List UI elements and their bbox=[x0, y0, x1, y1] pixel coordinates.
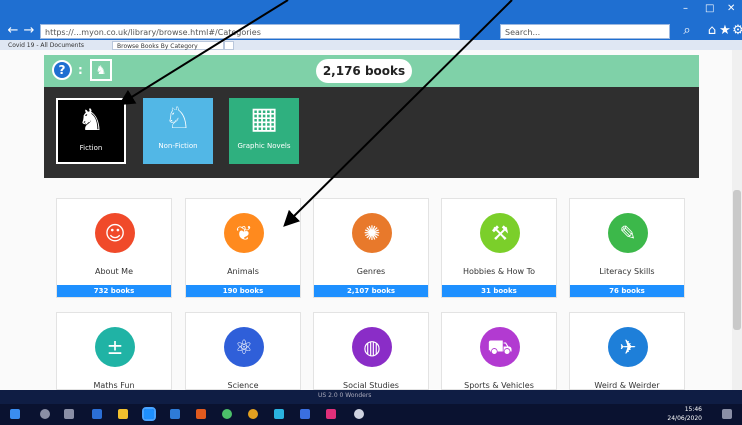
math-icon: ± bbox=[95, 327, 135, 367]
person-icon: ☺ bbox=[95, 213, 135, 253]
search-icon[interactable]: ⌕ bbox=[680, 24, 694, 38]
subject-title: Animals bbox=[227, 267, 259, 276]
subject-count[interactable]: 190 books bbox=[186, 285, 300, 297]
category-fiction[interactable]: ♞ Fiction bbox=[56, 98, 126, 164]
search-input[interactable]: Search... bbox=[500, 24, 670, 39]
task-view-icon[interactable] bbox=[64, 409, 74, 419]
back-arrow-icon[interactable]: ← bbox=[6, 24, 20, 38]
windows-start-icon[interactable] bbox=[10, 409, 20, 419]
subject-count[interactable]: 2,107 books bbox=[314, 285, 428, 297]
tab-covid-documents[interactable]: Covid 19 - All Documents bbox=[4, 41, 109, 50]
subject-card-hobbies[interactable]: ⚒ Hobbies & How To 31 books bbox=[441, 198, 557, 298]
subject-card-about-me[interactable]: ☺ About Me 732 books bbox=[56, 198, 172, 298]
subject-count[interactable]: 732 books bbox=[57, 285, 171, 297]
subject-card-literacy[interactable]: ✎ Literacy Skills 76 books bbox=[569, 198, 685, 298]
subject-title: Sports & Vehicles bbox=[464, 381, 534, 390]
subject-card-weird[interactable]: ✈ Weird & Weirder bbox=[569, 312, 685, 390]
subject-count[interactable]: 31 books bbox=[442, 285, 556, 297]
taskbar bbox=[0, 404, 742, 425]
status-strip: US 2.0 0 Wonders bbox=[0, 390, 742, 404]
subject-title: Genres bbox=[356, 267, 386, 276]
edge-browser-icon[interactable] bbox=[142, 407, 156, 421]
subject-card-science[interactable]: ⚛ Science bbox=[185, 312, 301, 390]
book-count-badge: 2,176 books bbox=[316, 59, 412, 83]
close-button[interactable]: ✕ bbox=[727, 3, 735, 14]
weird-icon: ✈ bbox=[608, 327, 648, 367]
favorites-star-icon[interactable]: ★ bbox=[718, 24, 732, 38]
status-text: US 2.0 0 Wonders bbox=[318, 392, 372, 399]
new-tab-button[interactable] bbox=[224, 41, 234, 50]
category-graphic-novels[interactable]: ▦ Graphic Novels bbox=[229, 98, 299, 164]
minimize-button[interactable]: – bbox=[683, 3, 688, 14]
subject-count[interactable]: 76 books bbox=[570, 285, 684, 297]
pencil-icon: ✎ bbox=[608, 213, 648, 253]
subject-title: Maths Fun bbox=[93, 381, 135, 390]
app-icon[interactable] bbox=[92, 409, 102, 419]
app-icon[interactable] bbox=[300, 409, 310, 419]
app-icon[interactable] bbox=[326, 409, 336, 419]
notification-icon[interactable] bbox=[722, 409, 732, 419]
subject-card-maths[interactable]: ± Maths Fun bbox=[56, 312, 172, 390]
unicorn-icon: ♞ bbox=[77, 103, 105, 138]
hammer-icon: ⚒ bbox=[480, 213, 520, 253]
category-label: Non-Fiction bbox=[158, 142, 198, 150]
clock-date: 24/06/2020 bbox=[667, 415, 702, 422]
clock-time: 15:46 bbox=[684, 406, 702, 413]
settings-gear-icon[interactable]: ⚙ bbox=[731, 24, 742, 38]
scrollbar-thumb[interactable] bbox=[733, 190, 741, 330]
genres-icon: ✺ bbox=[352, 213, 392, 253]
help-icon[interactable]: ? bbox=[52, 60, 72, 80]
address-bar[interactable]: https://...myon.co.uk/library/browse.htm… bbox=[40, 24, 460, 39]
horse-filter-icon[interactable]: ♞ bbox=[90, 59, 112, 81]
forward-arrow-icon[interactable]: → bbox=[22, 24, 36, 38]
category-label: Graphic Novels bbox=[237, 142, 291, 150]
search-taskbar-icon[interactable] bbox=[40, 409, 50, 419]
paw-icon: ❦ bbox=[224, 213, 264, 253]
horse-icon: ♘ bbox=[164, 101, 192, 136]
file-explorer-icon[interactable] bbox=[118, 409, 128, 419]
subject-card-genres[interactable]: ✺ Genres 2,107 books bbox=[313, 198, 429, 298]
separator-dots: : bbox=[78, 63, 83, 77]
app-icon[interactable] bbox=[222, 409, 232, 419]
word-icon[interactable] bbox=[170, 409, 180, 419]
maximize-button[interactable]: □ bbox=[705, 3, 714, 14]
subject-title: Literacy Skills bbox=[599, 267, 655, 276]
atom-icon: ⚛ bbox=[224, 327, 264, 367]
tab-browse-books[interactable]: Browse Books By Category bbox=[112, 41, 224, 50]
system-clock[interactable]: 15:46 24/06/2020 bbox=[667, 405, 702, 423]
office-icon[interactable] bbox=[196, 409, 206, 419]
globe-icon: ◍ bbox=[352, 327, 392, 367]
subject-title: Science bbox=[227, 381, 259, 390]
subject-title: About Me bbox=[94, 267, 134, 276]
comic-icon: ▦ bbox=[249, 101, 279, 136]
subject-card-sports[interactable]: ⛟ Sports & Vehicles bbox=[441, 312, 557, 390]
settings-taskbar-icon[interactable] bbox=[354, 409, 364, 419]
vehicle-icon: ⛟ bbox=[480, 327, 520, 367]
subject-card-animals[interactable]: ❦ Animals 190 books bbox=[185, 198, 301, 298]
chrome-icon[interactable] bbox=[248, 409, 258, 419]
home-icon[interactable]: ⌂ bbox=[705, 24, 719, 38]
app-icon[interactable] bbox=[274, 409, 284, 419]
subject-card-social-studies[interactable]: ◍ Social Studies bbox=[313, 312, 429, 390]
subject-title: Hobbies & How To bbox=[462, 267, 536, 276]
scrollbar[interactable] bbox=[732, 50, 742, 390]
subject-title: Social Studies bbox=[343, 381, 399, 390]
subject-title: Weird & Weirder bbox=[594, 381, 660, 390]
category-non-fiction[interactable]: ♘ Non-Fiction bbox=[143, 98, 213, 164]
category-label: Fiction bbox=[79, 144, 103, 152]
